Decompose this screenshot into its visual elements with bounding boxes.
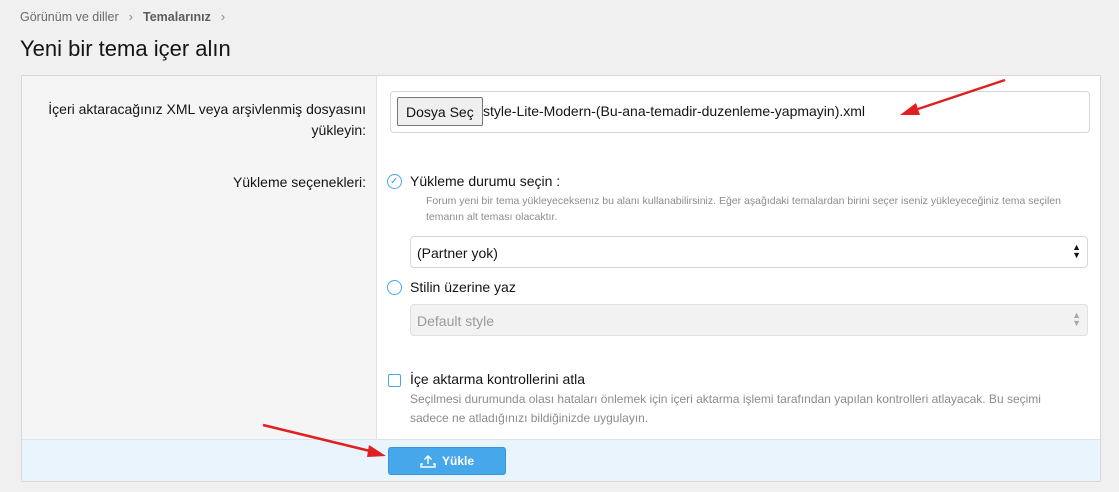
option-select-parent-hint: Forum yeni bir tema yükleyeceksenız bu a…	[426, 193, 1061, 225]
import-file-label-line1: İçeri aktaracağınız XML veya arşivlenmiş…	[48, 101, 366, 117]
page-title: Yeni bir tema içer alın	[20, 36, 231, 61]
skip-checks-hint: Seçilmesi durumunda olası hataları önlem…	[410, 390, 1041, 428]
check-icon: ✓	[390, 176, 399, 187]
upload-options-label: Yükleme seçenekleri:	[232, 174, 366, 190]
overwrite-style-select-value: Default style	[417, 313, 495, 329]
breadcrumb-separator: ›	[220, 9, 226, 24]
skip-checks-label[interactable]: İçe aktarma kontrollerini atla	[410, 371, 585, 387]
import-file-label-line2: yükleyin:	[311, 122, 366, 138]
overwrite-style-select[interactable]: Default style ▲ ▼	[410, 304, 1088, 336]
option-overwrite-style-label[interactable]: Stilin üzerine yaz	[410, 279, 516, 295]
option-select-parent-label[interactable]: Yükleme durumu seçin :	[410, 173, 560, 189]
option-select-parent-hint-line2: temanın alt teması olacaktır.	[426, 211, 558, 223]
radio-select-parent[interactable]: ✓	[387, 174, 402, 189]
import-form: İçeri aktaracağınız XML veya arşivlenmiş…	[21, 75, 1101, 482]
form-footer: Yükle	[22, 439, 1100, 481]
breadcrumb-separator: ›	[128, 9, 133, 24]
updown-arrows-icon: ▲ ▼	[1072, 310, 1081, 328]
selected-file-name: style-Lite-Modern-(Bu-ana-temadir-duzenl…	[483, 103, 866, 119]
option-select-parent-hint-line1: Forum yeni bir tema yükleyeceksenız bu a…	[426, 195, 1061, 207]
skip-checks-hint-line2: sadece ne atladığınızı bildiğinizde uygu…	[410, 411, 649, 425]
file-input[interactable]: Dosya Seç style-Lite-Modern-(Bu-ana-tema…	[390, 91, 1090, 133]
radio-overwrite-style[interactable]	[387, 280, 402, 295]
upload-icon	[420, 455, 436, 468]
updown-arrows-icon: ▲ ▼	[1072, 242, 1081, 260]
breadcrumb-item-styles[interactable]: Temalarınız	[143, 10, 211, 24]
label-column: İçeri aktaracağınız XML veya arşivlenmiş…	[22, 76, 377, 439]
choose-file-button[interactable]: Dosya Seç	[397, 97, 483, 126]
skip-checks-hint-line1: Seçilmesi durumunda olası hataları önlem…	[410, 392, 1041, 406]
import-file-label: İçeri aktaracağınız XML veya arşivlenmiş…	[48, 99, 366, 141]
upload-button-label: Yükle	[441, 454, 474, 468]
upload-button[interactable]: Yükle	[388, 447, 506, 475]
breadcrumb: Görünüm ve diller › Temalarınız ›	[20, 9, 235, 24]
skip-checks-checkbox[interactable]	[388, 374, 401, 387]
parent-style-select[interactable]: (Partner yok) ▲ ▼	[410, 236, 1088, 268]
breadcrumb-item-appearance[interactable]: Görünüm ve diller	[20, 10, 119, 24]
parent-style-select-value: (Partner yok)	[417, 245, 498, 261]
